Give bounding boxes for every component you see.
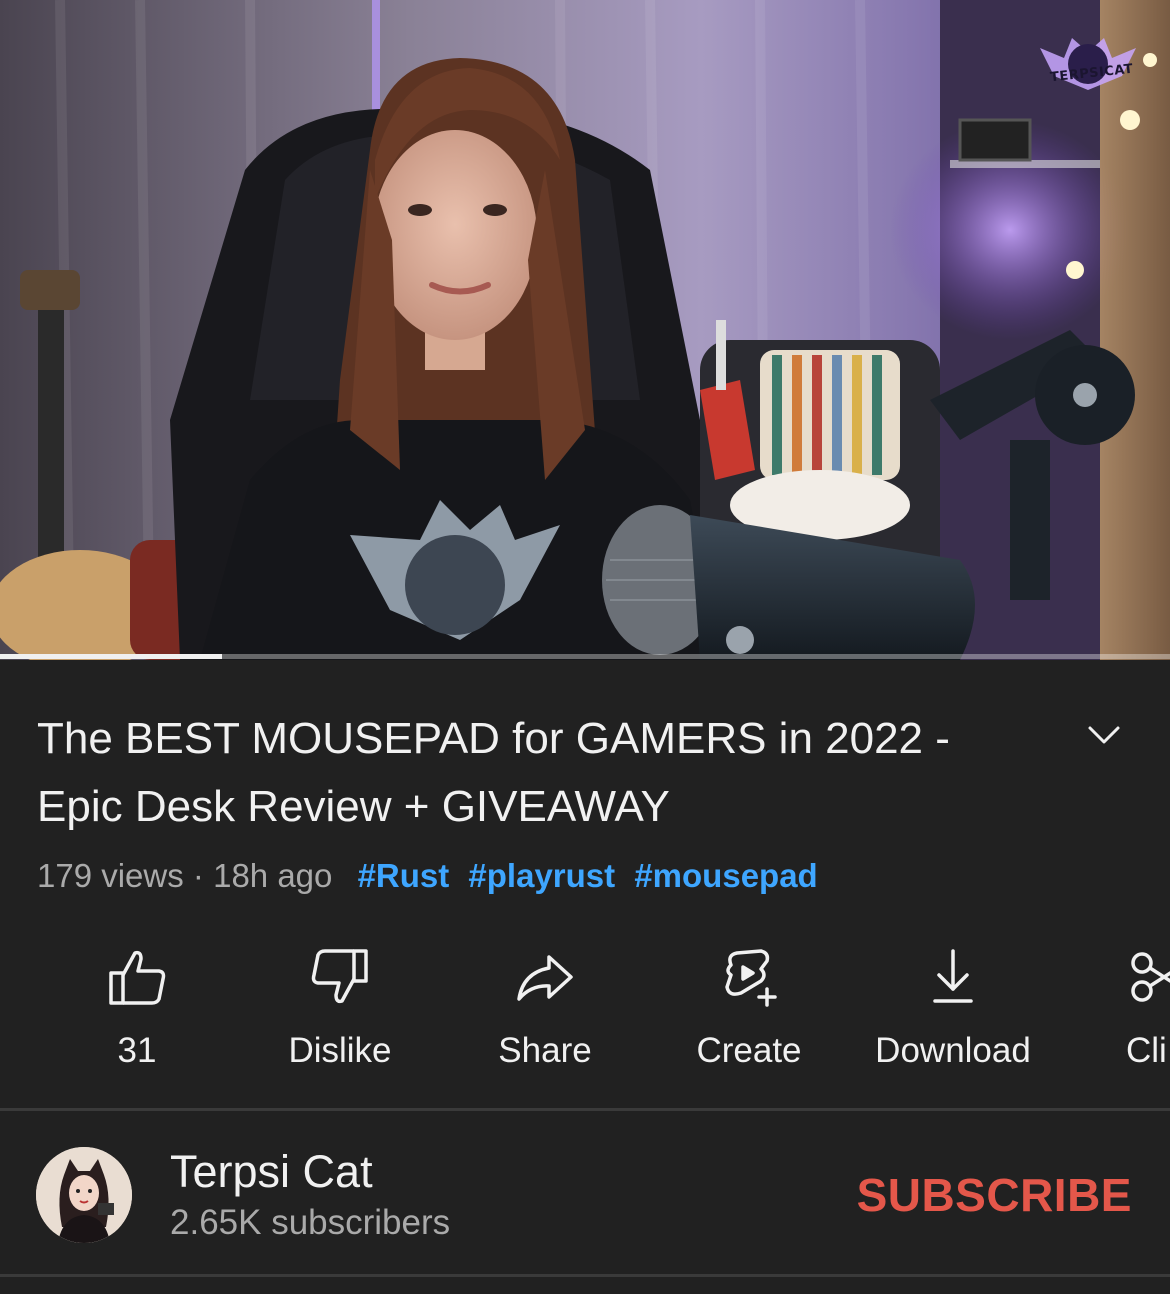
clip-button[interactable]: Cli — [1056, 945, 1170, 1073]
like-button[interactable]: 31 — [37, 945, 237, 1073]
avatar[interactable] — [36, 1147, 132, 1243]
share-label: Share — [498, 1031, 592, 1070]
thumbs-down-icon — [311, 949, 368, 1004]
download-icon — [933, 949, 973, 1003]
video-progress-bar[interactable] — [0, 654, 1170, 659]
video-progress-played — [0, 654, 223, 659]
dislike-label: Dislike — [288, 1031, 392, 1070]
hashtag-link[interactable]: #Rust — [358, 857, 450, 894]
channel-avatar-illustration — [36, 1147, 132, 1243]
upload-age: 18h ago — [213, 857, 333, 894]
hashtag-link[interactable]: #mousepad — [634, 857, 817, 894]
scissors-icon — [1131, 952, 1170, 1002]
divider — [0, 1274, 1170, 1277]
video-metadata: 179 views · 18h ago #Rust #playrust #mou… — [37, 854, 818, 898]
action-bar: 31 Dislike Share Create Download Cli — [0, 945, 1170, 1085]
subscriber-count: 2.65K subscribers — [170, 1203, 451, 1242]
video-player[interactable]: TERPSICAT — [0, 0, 1170, 660]
share-arrow-icon — [517, 955, 573, 1001]
download-label: Download — [875, 1031, 1031, 1070]
meta-separator: · — [192, 857, 204, 894]
share-button[interactable]: Share — [445, 945, 645, 1073]
dislike-button[interactable]: Dislike — [240, 945, 440, 1073]
channel-name[interactable]: Terpsi Cat — [170, 1144, 373, 1200]
create-plus-icon — [725, 949, 777, 1007]
video-frame-thumbnail — [0, 0, 1170, 660]
download-button[interactable]: Download — [853, 945, 1053, 1073]
thumbs-up-icon — [109, 950, 166, 1005]
clip-label: Cli — [1126, 1031, 1167, 1070]
create-button[interactable]: Create — [649, 945, 849, 1073]
create-label: Create — [696, 1031, 802, 1070]
like-count: 31 — [117, 1031, 157, 1070]
divider — [0, 1108, 1170, 1111]
hashtag-link[interactable]: #playrust — [468, 857, 615, 894]
chevron-down-icon[interactable] — [1082, 718, 1126, 754]
video-title[interactable]: The BEST MOUSEPAD for GAMERS in 2022 - E… — [37, 705, 1047, 841]
view-count: 179 views — [37, 857, 184, 894]
subscribe-button[interactable]: SUBSCRIBE — [857, 1168, 1132, 1222]
